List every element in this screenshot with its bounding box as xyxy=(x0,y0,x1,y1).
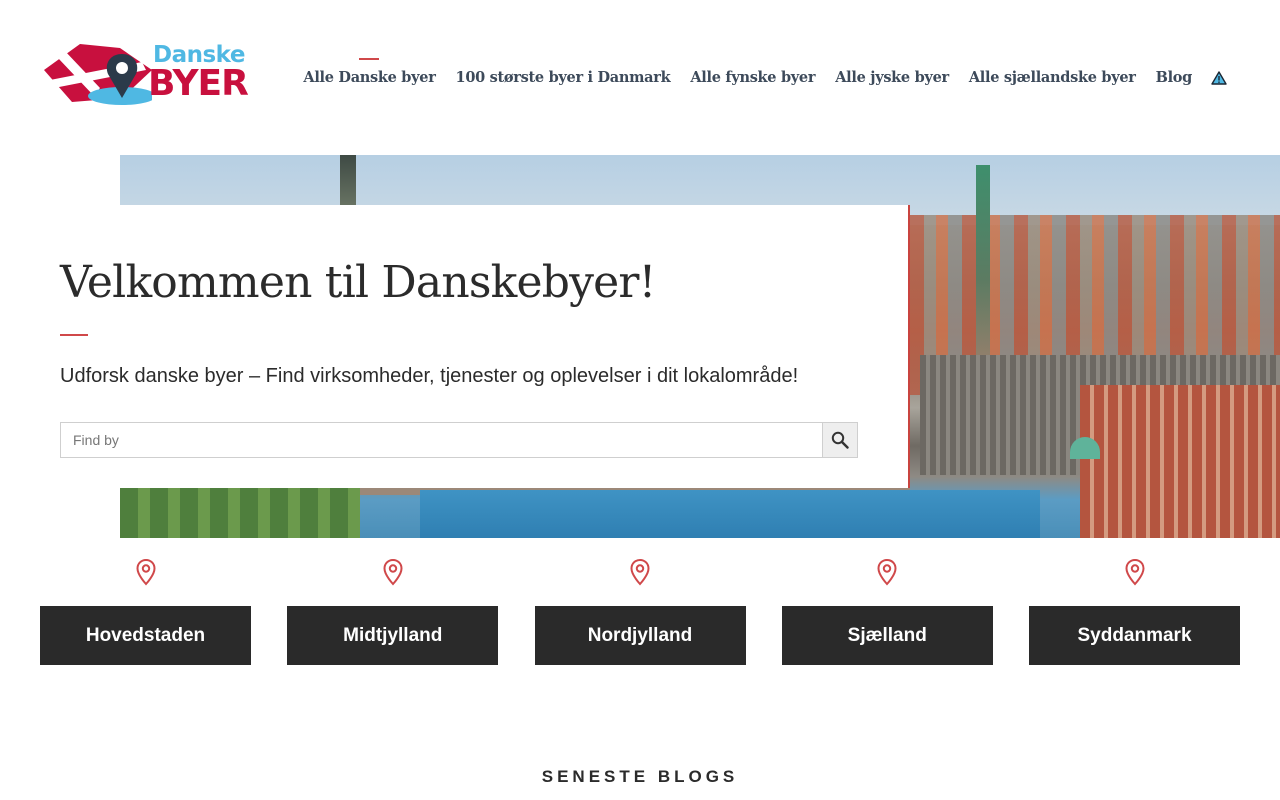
main-nav: Alle Danske byer 100 største byer i Danm… xyxy=(293,58,1228,90)
warning-triangle-icon[interactable] xyxy=(1210,69,1228,87)
region-button-syddanmark[interactable]: Syddanmark xyxy=(1029,606,1240,665)
region-button-nordjylland[interactable]: Nordjylland xyxy=(534,606,746,665)
region-button-sjaelland[interactable]: Sjælland xyxy=(781,606,993,665)
map-pin-icon xyxy=(1124,558,1145,586)
map-pin-icon xyxy=(135,558,156,586)
title-divider xyxy=(60,334,88,336)
map-pin-icon xyxy=(630,558,650,586)
region-button-hovedstaden[interactable]: Hovedstaden xyxy=(40,606,251,665)
nav-item-alle-danske-byer[interactable]: Alle Danske byer xyxy=(293,58,445,89)
hero-card: Velkommen til Danskebyer! Udforsk danske… xyxy=(0,205,910,488)
search-button[interactable] xyxy=(822,422,858,458)
nav-item-100-stoerste-byer[interactable]: 100 største byer i Danmark xyxy=(446,67,681,89)
region-sjaelland: Sjælland xyxy=(781,556,993,666)
nav-item-blog[interactable]: Blog xyxy=(1146,67,1202,89)
region-button-midtjylland[interactable]: Midtjylland xyxy=(287,606,499,665)
site-logo[interactable]: Danske BYER xyxy=(42,40,249,108)
nav-item-alle-sjaellandske-byer[interactable]: Alle sjællandske byer xyxy=(959,67,1146,89)
search-input[interactable] xyxy=(60,422,822,458)
region-hovedstaden: Hovedstaden xyxy=(40,556,251,666)
map-pin-icon xyxy=(383,558,403,586)
page-title: Velkommen til Danskebyer! xyxy=(60,257,656,308)
region-syddanmark: Syddanmark xyxy=(1029,556,1240,666)
nav-item-alle-fynske-byer[interactable]: Alle fynske byer xyxy=(680,67,825,89)
hero-subtitle: Udforsk danske byer – Find virksomheder,… xyxy=(60,365,799,387)
latest-blogs-heading: SENESTE BLOGS xyxy=(541,767,739,786)
city-search xyxy=(60,422,858,458)
region-midtjylland: Midtjylland xyxy=(287,556,499,666)
region-list: Hovedstaden Midtjylland Nordjylland Sjæl… xyxy=(40,556,1240,666)
logo-text-bottom: BYER xyxy=(148,63,249,104)
site-header: Danske BYER Alle Danske byer 100 største… xyxy=(0,0,1280,155)
search-icon xyxy=(831,431,849,449)
region-nordjylland: Nordjylland xyxy=(534,556,746,666)
logo-flag-icon xyxy=(44,44,152,105)
map-pin-icon xyxy=(877,558,897,586)
nav-item-alle-jyske-byer[interactable]: Alle jyske byer xyxy=(825,67,959,89)
